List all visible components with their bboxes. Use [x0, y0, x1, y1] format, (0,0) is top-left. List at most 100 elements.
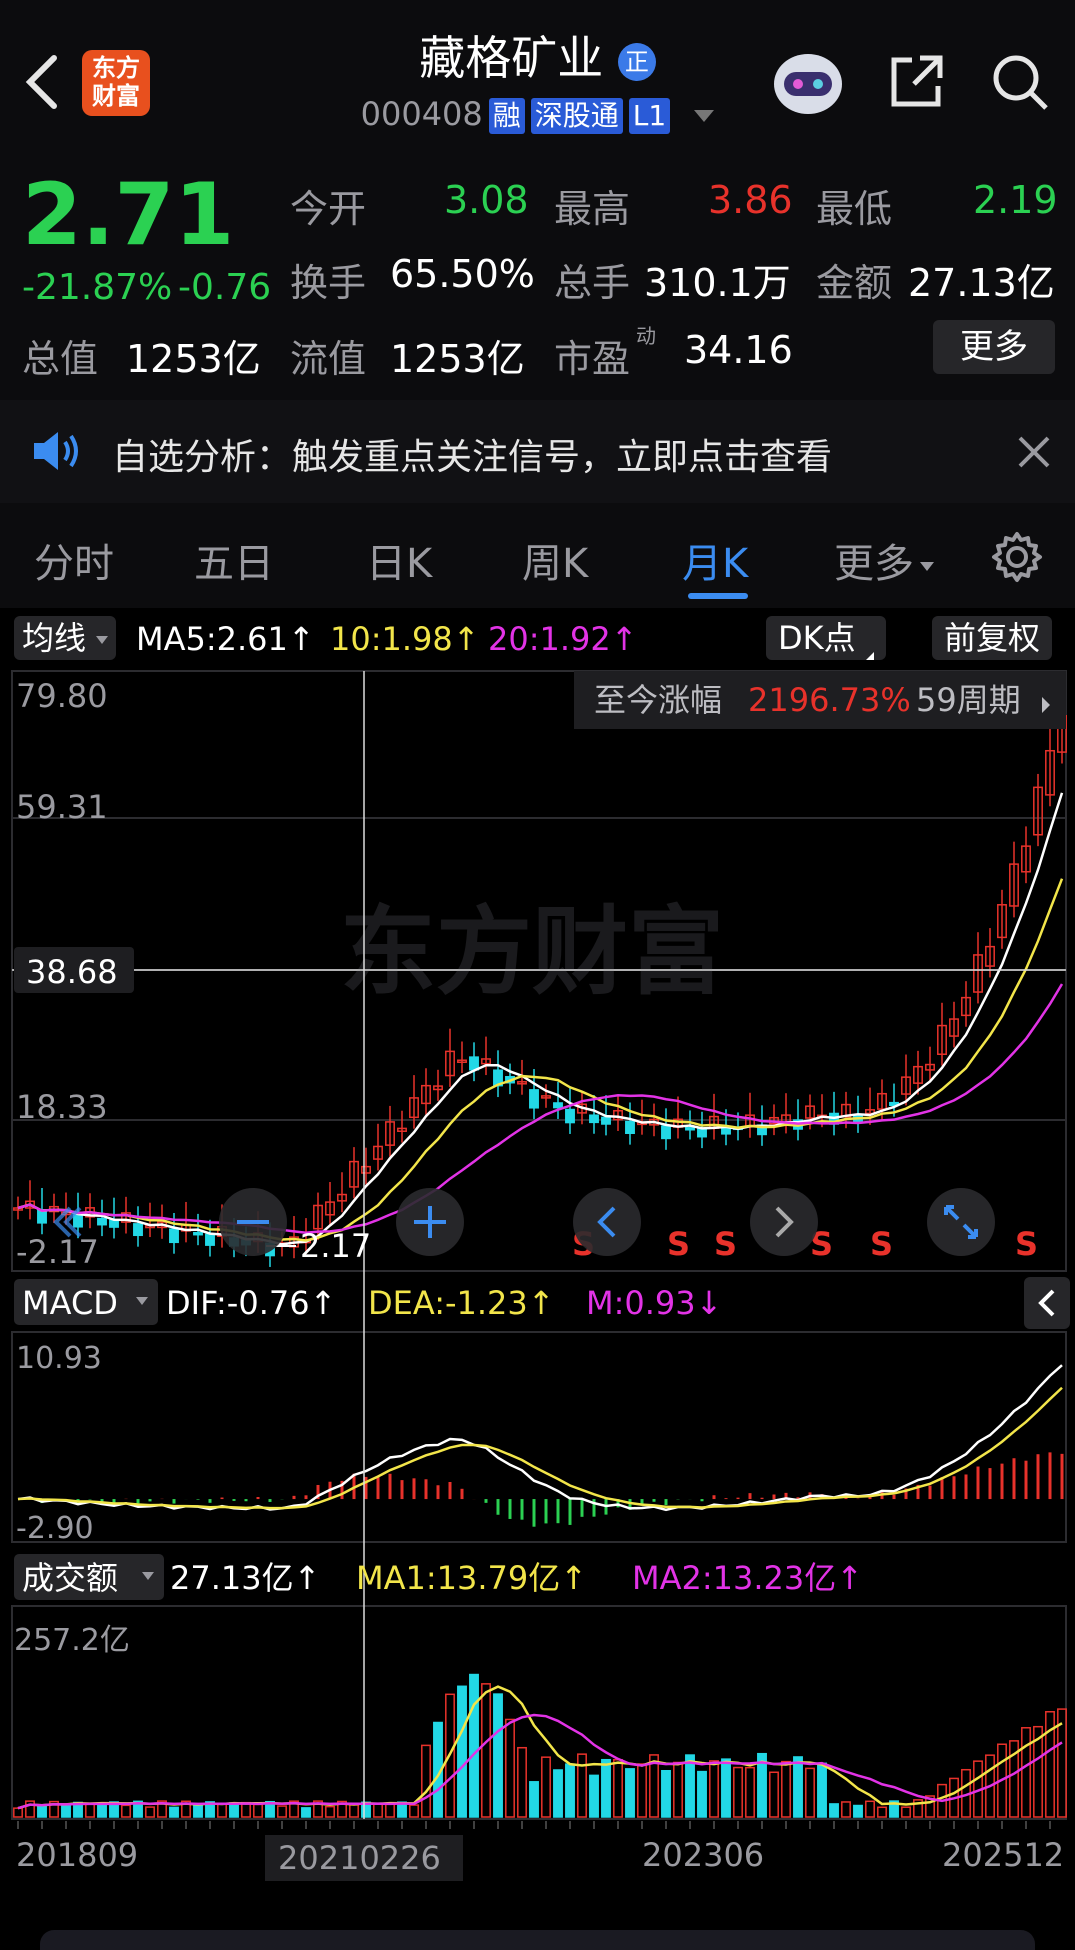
amount-bar: [457, 1685, 467, 1818]
zoom-in-button[interactable]: [396, 1188, 464, 1256]
amount-bar: [577, 1753, 587, 1818]
tab-active-indicator: [688, 593, 748, 599]
x-label-end: 202512: [942, 1836, 1064, 1874]
amount-value: 27.13亿: [908, 261, 1055, 305]
candle-body: [625, 1120, 635, 1135]
amount-bar: [733, 1766, 743, 1818]
tab-more[interactable]: 更多: [834, 531, 934, 589]
ma20-legend: 20:1.92↑: [488, 620, 638, 658]
kline-chart[interactable]: 东方财富 79.80 59.31 18.33 -2.17 38.68 至今涨幅 …: [0, 665, 1075, 1895]
amount-bar: [769, 1771, 779, 1818]
amount-bar: [37, 1805, 47, 1818]
amount-bar: [685, 1754, 695, 1818]
scroll-left-button[interactable]: [573, 1188, 641, 1256]
tab-five-day[interactable]: 五日: [194, 531, 274, 589]
adjust-button[interactable]: 前复权: [932, 616, 1053, 660]
amount-bar: [541, 1756, 551, 1818]
amount-bar: [829, 1803, 839, 1818]
tab-monthly-k[interactable]: 月K: [682, 531, 748, 589]
amount-series: [13, 1673, 1067, 1818]
amount-bar: [373, 1802, 383, 1818]
amount-bar: [493, 1693, 503, 1818]
macd-dif: DIF:-0.76↑: [166, 1284, 336, 1322]
dropdown-icon[interactable]: [694, 110, 715, 122]
amount-bar: [409, 1804, 419, 1818]
amount-bar: [13, 1807, 23, 1818]
candle-body: [193, 1231, 203, 1236]
amount-y-top: 257.2亿: [14, 1623, 130, 1658]
amount-bar: [697, 1770, 707, 1818]
tab-intraday[interactable]: 分时: [34, 531, 114, 589]
candle-body: [685, 1127, 695, 1131]
amount-selector[interactable]: 成交额: [22, 1559, 118, 1597]
pe-value: 34.16: [684, 328, 793, 372]
macd-series: [17, 1364, 1064, 1527]
share-icon[interactable]: [886, 52, 946, 112]
bottom-bar-hint: [40, 1930, 1035, 1950]
amount-bar: [793, 1756, 803, 1818]
amount-ma1-line: [17, 1685, 1063, 1810]
macd-selector[interactable]: MACD: [22, 1284, 118, 1322]
amount-bar: [841, 1801, 851, 1818]
amount-bar: [277, 1805, 287, 1818]
ma5-line: [17, 792, 1064, 1246]
amount-bar: [85, 1802, 95, 1818]
settings-gear-icon[interactable]: [990, 530, 1044, 584]
x-crosshair-label: 20210226: [278, 1839, 441, 1877]
amount-value: 27.13亿↑: [170, 1559, 320, 1597]
enterprise-badge: 正: [617, 42, 656, 81]
zoom-out-button[interactable]: [219, 1188, 287, 1256]
amount-bar: [613, 1758, 623, 1818]
fullscreen-button[interactable]: [927, 1188, 995, 1256]
amount-bar: [121, 1804, 131, 1818]
svg-text:S: S: [667, 1225, 690, 1263]
macd-y-top: 10.93: [16, 1341, 102, 1376]
candle-body: [73, 1214, 83, 1228]
amount-ma2-line: [17, 1713, 1063, 1810]
volume-value: 310.1万: [644, 261, 791, 305]
search-icon[interactable]: [990, 52, 1052, 114]
amount-bar: [781, 1760, 791, 1818]
amount-ma1: MA1:13.79亿↑: [356, 1559, 587, 1597]
tab-daily-k[interactable]: 日K: [366, 531, 432, 589]
low-value: 2.19: [973, 178, 1058, 222]
more-button[interactable]: 更多: [933, 320, 1055, 374]
pe-superscript: 动: [636, 324, 656, 348]
amount-bar: [673, 1761, 683, 1818]
change-pct: -21.87%: [22, 267, 173, 308]
amount-bar: [385, 1802, 395, 1818]
notice-text[interactable]: 自选分析：触发重点关注信号，立即点击查看: [112, 428, 832, 480]
svg-text:S: S: [714, 1225, 737, 1263]
amount-bar: [217, 1803, 227, 1818]
high-value: 3.86: [708, 178, 793, 222]
amount-label: 金额: [816, 261, 893, 305]
amount-bar: [721, 1758, 731, 1818]
amount-bar: [469, 1673, 479, 1818]
robot-assistant-icon[interactable]: [770, 46, 846, 118]
collapse-panel-button[interactable]: [1024, 1277, 1070, 1329]
dif-line: [17, 1364, 1063, 1512]
amount-bar: [589, 1774, 599, 1818]
amount-bar: [481, 1683, 491, 1818]
tab-weekly-k[interactable]: 周K: [522, 531, 588, 589]
candle-body: [205, 1233, 215, 1246]
open-label: 今开: [290, 187, 367, 231]
y-tick-3: 18.33: [16, 1088, 108, 1126]
stock-code: 000408: [360, 95, 483, 133]
scroll-right-button[interactable]: [750, 1188, 818, 1256]
close-icon[interactable]: [1014, 432, 1054, 472]
y-tick-2: 59.31: [16, 788, 108, 826]
amount-bar: [97, 1803, 107, 1818]
pe-label: 市盈: [554, 337, 631, 381]
volume-label: 总手: [554, 261, 631, 305]
change-value: -0.76: [178, 267, 272, 308]
amount-bar: [169, 1806, 179, 1818]
dk-point-button[interactable]: DK点: [766, 616, 886, 660]
chart-frames: [11, 670, 1067, 1820]
macd-dea: DEA:-1.23↑: [368, 1284, 555, 1322]
amount-bar: [865, 1800, 875, 1818]
watermark: 东方财富: [340, 896, 724, 1008]
turnover-value: 65.50%: [390, 252, 535, 296]
amount-bar: [421, 1744, 431, 1818]
ma-selector[interactable]: 均线: [14, 616, 117, 660]
